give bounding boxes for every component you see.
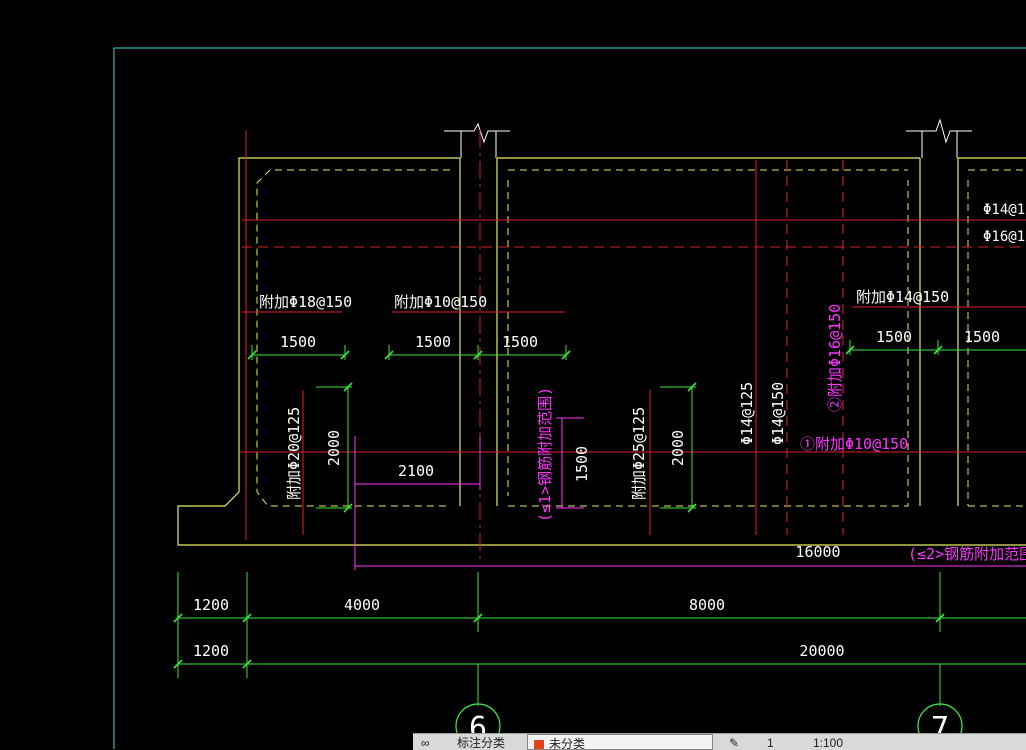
- dim-1500-e: 1500: [964, 328, 1000, 346]
- cad-drawing-canvas[interactable]: 6 7 附加Φ18@150 附加Φ10@150 附加Φ14@150 Φ14@15…: [0, 0, 1026, 749]
- scale-readout[interactable]: 1:100: [813, 734, 873, 750]
- label-add-10-150: 附加Φ10@150: [394, 293, 487, 311]
- status-bar: ∞ 标注分类 未分类 ✎ 1 1:100: [413, 733, 1026, 750]
- edit-pen-icon[interactable]: ✎: [729, 734, 739, 750]
- layer-color-swatch: [534, 740, 544, 749]
- label-add-25-125: 附加Φ25@125: [630, 407, 648, 500]
- dim-1500-d: 1500: [876, 328, 912, 346]
- label-add-20-125: 附加Φ20@125: [285, 407, 303, 500]
- annotation-category-icon[interactable]: ∞: [421, 734, 430, 750]
- dim-2100: 2100: [398, 462, 434, 480]
- label-top-14-150: Φ14@15: [983, 202, 1026, 218]
- label-add-14-150: 附加Φ14@150: [856, 288, 949, 306]
- layer-name: 未分类: [549, 737, 586, 750]
- dim-row1-4000: 4000: [344, 596, 380, 614]
- dim-1500-b: 1500: [415, 333, 451, 351]
- note-1-add-10-150: ①附加Φ10@150: [800, 435, 908, 453]
- dim-row1-8000: 8000: [689, 596, 725, 614]
- dim-1500-vertical: 1500: [573, 446, 591, 482]
- dim-2000-b: 2000: [669, 430, 687, 466]
- dim-1500-a: 1500: [280, 333, 316, 351]
- dim-row2-20000: 20000: [799, 642, 844, 660]
- page-number[interactable]: 1: [767, 734, 797, 750]
- dim-2000-a: 2000: [325, 430, 343, 466]
- dim-row1-1200: 1200: [193, 596, 229, 614]
- layer-dropdown[interactable]: 未分类: [527, 734, 713, 750]
- label-vert-14-150: Φ14@150: [769, 382, 787, 445]
- range-note-1: (≤1>钢筋附加范围): [536, 387, 554, 522]
- dim-row2-1200: 1200: [193, 642, 229, 660]
- label-add-18-150: 附加Φ18@150: [259, 293, 352, 311]
- note-2-add-16-150: ②附加Φ16@150: [826, 304, 844, 412]
- label-vert-14-125: Φ14@125: [738, 382, 756, 445]
- range-note-2: (≤2>钢筋附加范围): [908, 545, 1026, 563]
- label-top-16-150: Φ16@15: [983, 229, 1026, 245]
- annotation-category-label[interactable]: 标注分类: [457, 734, 525, 750]
- dim-1500-c: 1500: [502, 333, 538, 351]
- dim-16000: 16000: [795, 543, 840, 561]
